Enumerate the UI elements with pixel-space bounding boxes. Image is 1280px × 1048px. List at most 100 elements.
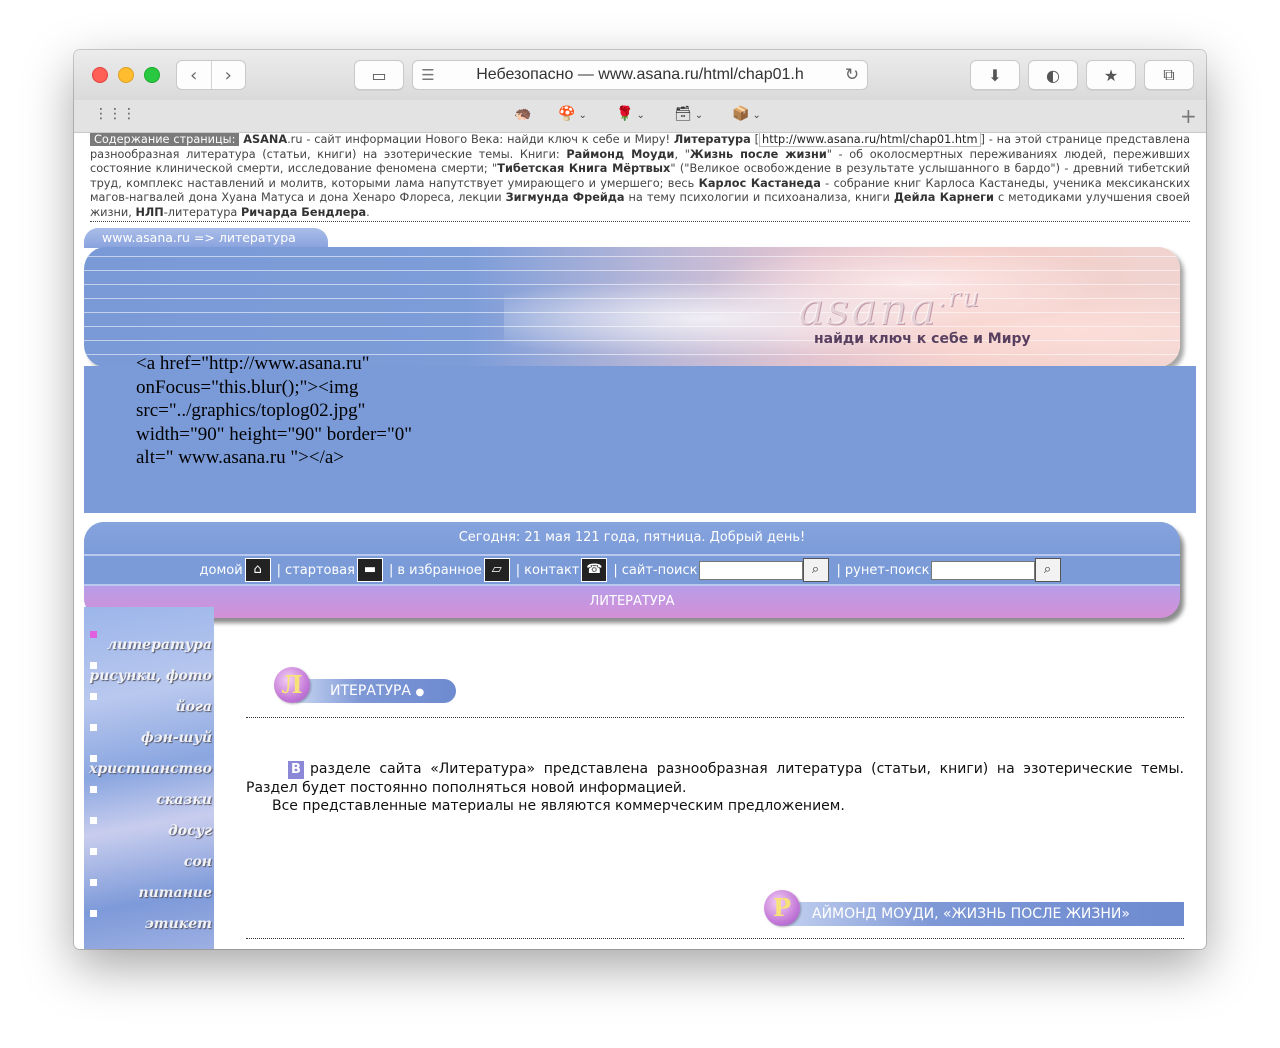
summary-text: на тему психологии и психоанализа, книги bbox=[624, 191, 894, 204]
star-icon: ★ bbox=[1103, 65, 1119, 85]
sidebar-icon: ▭ bbox=[371, 65, 387, 85]
logo-suffix: .ru bbox=[937, 283, 982, 313]
folder-icon[interactable]: ▱ bbox=[483, 558, 510, 582]
sidebar-item-label: досуг bbox=[168, 823, 212, 839]
nav-links: домой ⌂ | стартовая ▬ | в избранное ▱ | … bbox=[84, 554, 1180, 586]
home-icon[interactable]: ⌂ bbox=[244, 558, 271, 582]
privacy-button[interactable]: ◐ bbox=[1028, 60, 1078, 90]
bullet-icon bbox=[90, 817, 97, 824]
separator: | bbox=[836, 562, 841, 578]
summary-text: -литература bbox=[163, 205, 241, 219]
section-initial-badge: Р bbox=[764, 890, 800, 926]
separator: | bbox=[276, 562, 282, 578]
summary-bold: Ричарда Бендлера bbox=[240, 205, 367, 219]
runet-search-label: рунет-поиск bbox=[844, 562, 930, 578]
reader-icon[interactable]: ☰ bbox=[413, 66, 443, 84]
forward-button[interactable]: › bbox=[212, 61, 246, 89]
sidebar-item-label: фэн-шуй bbox=[140, 730, 212, 746]
telephone-icon[interactable]: ☎ bbox=[581, 558, 608, 582]
hedgehog-icon: 🦔 bbox=[514, 106, 532, 122]
grid-icon[interactable]: ⋮⋮⋮ bbox=[94, 106, 136, 122]
zoom-window-button[interactable] bbox=[144, 67, 160, 83]
summary-url: http://www.asana.ru/html/chap01.htm bbox=[759, 133, 981, 147]
section-initial-badge: Л bbox=[274, 667, 310, 703]
sidebar-item-sleep[interactable]: сон bbox=[84, 844, 214, 875]
summary-bold: Зигмунда Фрейда bbox=[505, 191, 625, 204]
reload-icon[interactable]: ↻ bbox=[837, 65, 867, 85]
favorites-link[interactable]: в избранное bbox=[397, 563, 481, 578]
tabs-overview-button[interactable]: ⧉ bbox=[1144, 60, 1194, 90]
page-summary: Содержание страницы: ASANA.ru - сайт инф… bbox=[90, 133, 1190, 222]
bookmark-package[interactable]: 📦 ⌄ bbox=[732, 106, 761, 122]
address-text: Небезопасно — www.asana.ru/html/chap01.h bbox=[476, 66, 804, 83]
history-nav: ‹ › bbox=[176, 60, 246, 90]
site-search-label: сайт-поиск bbox=[621, 562, 698, 578]
broken-image-markup[interactable]: <a href="http://www.asana.ru" onFocus="t… bbox=[136, 352, 436, 470]
bookmark-mushroom[interactable]: 🍄 ⌄ bbox=[558, 106, 587, 122]
summary-bold: Дейла Карнеги bbox=[893, 191, 994, 204]
sidebar-menu: литература рисунки, фото йога фэн-шуй хр… bbox=[84, 607, 214, 949]
search-icon[interactable]: ⌕ bbox=[1034, 558, 1061, 582]
sidebar-item-label: этикет bbox=[144, 916, 212, 932]
search-icon[interactable]: ⌕ bbox=[802, 558, 829, 582]
home-link[interactable]: домой bbox=[200, 563, 243, 578]
site-logo[interactable]: asana.ru bbox=[798, 283, 981, 335]
bullet-icon bbox=[90, 879, 97, 886]
chevron-down-icon: ⌄ bbox=[694, 110, 704, 121]
summary-bold: Раймонд Моуди bbox=[566, 147, 675, 161]
brand-name: ASANA bbox=[243, 133, 288, 146]
bookmark-rose[interactable]: 🌹 ⌄ bbox=[616, 106, 645, 122]
bullet-icon bbox=[90, 910, 97, 917]
section-heading-literature: ИТЕРАТУРА ● Л bbox=[274, 667, 474, 703]
summary-text: , " bbox=[674, 147, 690, 161]
sidebar-item-literature[interactable]: литература bbox=[84, 627, 214, 658]
download-icon: ⬇ bbox=[988, 65, 1002, 85]
runet-search-input[interactable] bbox=[930, 560, 1035, 580]
section-heading-bar: ИТЕРАТУРА ● bbox=[296, 679, 456, 703]
summary-text: . bbox=[366, 205, 370, 219]
summary-text: .ru - сайт информации Нового Века: найди… bbox=[287, 133, 674, 146]
sidebar-item-nutrition[interactable]: питание bbox=[84, 875, 214, 906]
file-box-icon: 🗃 bbox=[674, 106, 692, 122]
sidebar-item-leisure[interactable]: досуг bbox=[84, 813, 214, 844]
summary-text: [ bbox=[750, 133, 760, 146]
sidebar-item-christianity[interactable]: христианство bbox=[84, 751, 214, 782]
truck-icon[interactable]: ▬ bbox=[356, 558, 383, 582]
new-tab-button[interactable]: + bbox=[1180, 104, 1197, 128]
address-bar[interactable]: ☰ Небезопасно — www.asana.ru/html/chap01… bbox=[412, 60, 868, 90]
start-page-link[interactable]: стартовая bbox=[285, 563, 355, 578]
bookmarks-button[interactable]: ★ bbox=[1086, 60, 1136, 90]
sidebar-item-etiquette[interactable]: этикет bbox=[84, 906, 214, 937]
bookmark-hedgehog[interactable]: 🦔 bbox=[514, 106, 531, 122]
bullet-icon bbox=[90, 724, 97, 731]
downloads-button[interactable]: ⬇ bbox=[970, 60, 1020, 90]
chevron-down-icon: ⌄ bbox=[578, 110, 587, 121]
separator: | bbox=[613, 562, 618, 578]
summary-label: Содержание страницы: bbox=[90, 133, 240, 146]
bookmark-box[interactable]: 🗃 ⌄ bbox=[674, 106, 703, 122]
sidebar-item-yoga[interactable]: йога bbox=[84, 689, 214, 720]
divider bbox=[246, 938, 1184, 939]
sidebar-item-pictures[interactable]: рисунки, фото bbox=[84, 658, 214, 689]
sidebar-item-fengshui[interactable]: фэн-шуй bbox=[84, 720, 214, 751]
sidebar-item-tales[interactable]: сказки bbox=[84, 782, 214, 813]
tabs-icon: ⧉ bbox=[1163, 65, 1175, 84]
page-content: Содержание страницы: ASANA.ru - сайт инф… bbox=[74, 133, 1206, 949]
sidebar-item-label: сон bbox=[183, 854, 212, 870]
sidebar-item-label: литература bbox=[106, 637, 212, 653]
logo-text: asana bbox=[798, 284, 938, 335]
minimize-window-button[interactable] bbox=[118, 67, 134, 83]
close-window-button[interactable] bbox=[92, 67, 108, 83]
back-button[interactable]: ‹ bbox=[177, 61, 212, 89]
summary-bold: Жизнь после жизни bbox=[689, 147, 827, 161]
breadcrumb[interactable]: www.asana.ru => литература bbox=[84, 228, 328, 248]
site-search-input[interactable] bbox=[698, 560, 803, 580]
chevron-down-icon: ⌄ bbox=[752, 110, 761, 121]
bullet-icon bbox=[90, 848, 97, 855]
summary-bold: Тибетская Книга Мёртвых bbox=[497, 162, 671, 175]
contact-link[interactable]: контакт bbox=[524, 563, 579, 578]
sidebar-toggle-button[interactable]: ▭ bbox=[354, 60, 404, 90]
package-icon: 📦 bbox=[732, 106, 750, 122]
sidebar-item-label: рисунки, фото bbox=[89, 668, 212, 684]
site-banner: asana.ru найди ключ к себе и Миру bbox=[84, 247, 1180, 367]
